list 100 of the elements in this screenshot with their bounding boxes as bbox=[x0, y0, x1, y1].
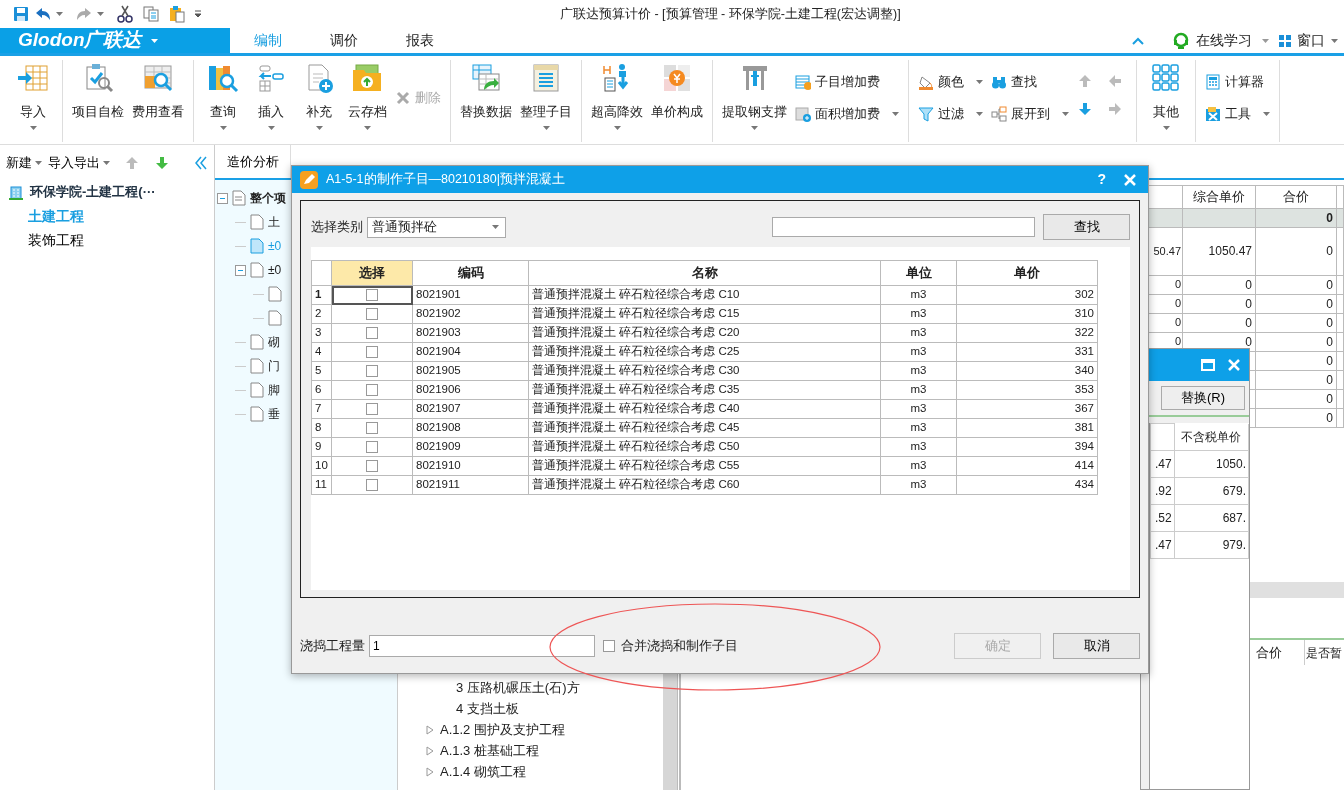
ribbon-button[interactable]: 其他 bbox=[1143, 60, 1189, 140]
library-item[interactable]: A.1.4 砌筑工程 bbox=[440, 761, 526, 782]
collapse-icon[interactable] bbox=[1132, 36, 1144, 45]
table-cell: 0 bbox=[1326, 334, 1333, 349]
copy-icon bbox=[142, 5, 160, 23]
ribbon-tab[interactable]: 调价 bbox=[306, 28, 382, 53]
ribbon-button[interactable]: 展开到 bbox=[988, 100, 1072, 128]
category-select[interactable]: 普通预拌砼 bbox=[367, 216, 506, 238]
expand-triangle-icon[interactable] bbox=[426, 724, 434, 735]
ribbon-button[interactable]: 费用查看 bbox=[129, 60, 187, 140]
caret-icon bbox=[751, 125, 758, 130]
checkbox[interactable] bbox=[366, 346, 378, 358]
tree-item[interactable]: 脚 bbox=[268, 381, 280, 399]
toolbar-menu[interactable]: 新建 bbox=[6, 152, 42, 173]
minus-box-icon[interactable] bbox=[235, 264, 246, 276]
window-grid-icon bbox=[1279, 34, 1291, 47]
ribbon-button[interactable]: 子目增加费 bbox=[792, 68, 902, 96]
maximize-icon[interactable] bbox=[1201, 359, 1215, 371]
cut-button[interactable] bbox=[116, 5, 134, 23]
quantity-field[interactable]: 1 bbox=[369, 635, 595, 657]
ribbon-button[interactable]: 查询 bbox=[200, 60, 246, 140]
tree-item[interactable]: 垂 bbox=[268, 405, 280, 423]
ribbon-button[interactable]: 单价构成 bbox=[648, 60, 706, 140]
window-menu[interactable]: 窗口 bbox=[1297, 30, 1325, 51]
online-learning-menu[interactable]: 在线学习 bbox=[1196, 30, 1252, 51]
save-button[interactable] bbox=[12, 5, 30, 23]
toolbar-menu[interactable]: 导入导出 bbox=[48, 152, 110, 173]
table-cell: 普通预拌混凝土 碎石粒径综合考虑 C55 bbox=[528, 456, 881, 476]
table-cell: 8021905 bbox=[412, 361, 529, 381]
checkbox[interactable] bbox=[366, 365, 378, 377]
ribbon-button[interactable]: 整理子目 bbox=[517, 60, 575, 140]
ribbon-button[interactable]: 超高降效 bbox=[588, 60, 646, 140]
search-field[interactable] bbox=[772, 217, 1035, 237]
ribbon-tab[interactable]: 报表 bbox=[382, 28, 458, 53]
library-item[interactable]: 3 压路机碾压土(石)方 bbox=[456, 677, 580, 698]
column-header[interactable]: 选择 bbox=[331, 260, 413, 286]
close-icon[interactable] bbox=[1227, 358, 1241, 372]
expand-triangle-icon[interactable] bbox=[426, 766, 434, 777]
ribbon-button[interactable]: 云存档 bbox=[344, 60, 390, 140]
tree-item[interactable]: ±0 bbox=[268, 261, 282, 279]
cancel-button[interactable]: 取消 bbox=[1053, 633, 1140, 659]
column-header[interactable]: 名称 bbox=[528, 260, 881, 286]
caret-icon bbox=[492, 225, 499, 229]
column-header[interactable]: 单价 bbox=[956, 260, 1098, 286]
caret-icon bbox=[151, 38, 159, 43]
save-icon bbox=[12, 5, 30, 23]
customize-button[interactable] bbox=[194, 10, 202, 18]
table-cell: 0 bbox=[1326, 410, 1333, 425]
ribbon-button[interactable]: 插入 bbox=[248, 60, 294, 140]
ribbon-button[interactable]: 项目自检 bbox=[69, 60, 127, 140]
tree-item[interactable]: 土 bbox=[268, 213, 280, 231]
checkbox[interactable] bbox=[366, 403, 378, 415]
replace-button[interactable]: 替换(R) bbox=[1161, 386, 1245, 410]
find-button[interactable]: 查找 bbox=[1043, 214, 1130, 240]
caret-icon bbox=[892, 112, 899, 116]
dialog-title: A1-5-1的制作子目—80210180|预拌混凝土 bbox=[326, 171, 565, 189]
tree-item[interactable]: 整个项 bbox=[250, 189, 286, 207]
checkbox[interactable] bbox=[366, 327, 378, 339]
table-cell: m3 bbox=[880, 361, 957, 381]
tree-item[interactable]: 砌 bbox=[268, 333, 280, 351]
checkbox[interactable] bbox=[366, 479, 378, 491]
collapse-panel-icon[interactable] bbox=[194, 155, 208, 170]
checkbox[interactable] bbox=[366, 384, 378, 396]
left-arrow-icon bbox=[1107, 73, 1123, 89]
ribbon-button[interactable]: 导入 bbox=[10, 60, 56, 140]
ribbon-button[interactable]: 提取钢支撑 bbox=[719, 60, 790, 140]
ribbon-button[interactable]: 替换数据 bbox=[457, 60, 515, 140]
checkbox[interactable] bbox=[366, 422, 378, 434]
checkbox[interactable] bbox=[366, 441, 378, 453]
checkbox[interactable] bbox=[366, 460, 378, 472]
paste-button[interactable] bbox=[168, 5, 186, 23]
library-item[interactable]: A.1.2 围护及支护工程 bbox=[440, 719, 565, 740]
row-number: 2 bbox=[311, 304, 332, 324]
ribbon-button[interactable]: 面积增加费 bbox=[792, 100, 902, 128]
ribbon-button[interactable]: 计算器 bbox=[1202, 68, 1273, 96]
ribbon-button[interactable]: 过滤 bbox=[915, 100, 986, 128]
ribbon-button[interactable]: 颜色 bbox=[915, 68, 986, 96]
building-icon bbox=[8, 184, 24, 200]
table-cell: 367 bbox=[956, 399, 1098, 419]
column-header[interactable]: 编码 bbox=[412, 260, 529, 286]
copy-button[interactable] bbox=[142, 5, 160, 23]
expand-triangle-icon[interactable] bbox=[426, 745, 434, 756]
library-item[interactable]: A.1.3 桩基础工程 bbox=[440, 740, 539, 761]
window-title: 广联达预算计价 - [预算管理 - 环保学院-土建工程(宏达调整)] bbox=[560, 5, 901, 23]
table-cell: 394 bbox=[956, 437, 1098, 457]
table-cell: m3 bbox=[880, 342, 957, 362]
tree-item[interactable]: 装饰工程 bbox=[8, 228, 90, 252]
table-cell: 679. bbox=[1222, 484, 1246, 498]
column-header[interactable]: 单位 bbox=[880, 260, 957, 286]
tree-item[interactable]: 门 bbox=[268, 357, 280, 375]
move-button[interactable] bbox=[154, 154, 170, 171]
ribbon-button[interactable]: 工具 bbox=[1202, 100, 1273, 128]
ribbon-button[interactable]: 查找 bbox=[988, 68, 1072, 96]
ribbon-button[interactable]: 补充 bbox=[296, 60, 342, 140]
minus-box-icon[interactable] bbox=[217, 192, 228, 204]
list-document-icon bbox=[530, 62, 562, 94]
library-item[interactable]: 4 支挡土板 bbox=[456, 698, 519, 719]
checkbox[interactable] bbox=[366, 289, 378, 301]
checkbox[interactable] bbox=[366, 308, 378, 320]
merge-checkbox[interactable]: 合并浇捣和制作子目 bbox=[603, 636, 738, 656]
